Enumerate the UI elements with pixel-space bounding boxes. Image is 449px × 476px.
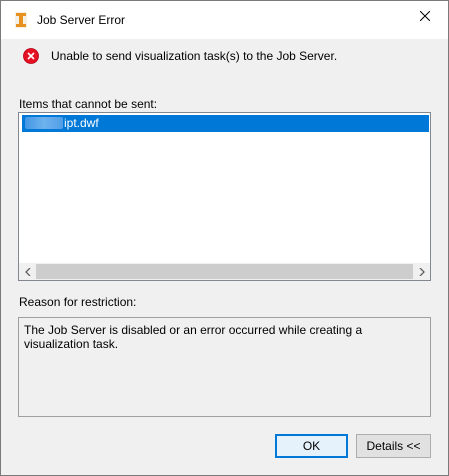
scroll-left-button[interactable] [19, 263, 36, 280]
scroll-right-button[interactable] [413, 263, 430, 280]
list-item[interactable]: ipt.dwf [22, 115, 429, 132]
error-message: Unable to send visualization task(s) to … [51, 49, 338, 63]
reason-text: The Job Server is disabled or an error o… [24, 323, 363, 351]
details-button[interactable]: Details << [356, 434, 431, 458]
items-label: Items that cannot be sent: [19, 97, 158, 111]
window-title: Job Server Error [37, 13, 126, 27]
error-icon [23, 48, 39, 64]
horizontal-scrollbar[interactable] [19, 263, 430, 280]
close-icon [419, 10, 431, 24]
title-bar[interactable]: Job Server Error [1, 1, 448, 39]
redacted-filename-prefix [25, 117, 63, 129]
reason-textbox[interactable]: The Job Server is disabled or an error o… [18, 317, 431, 417]
list-item-name: ipt.dwf [64, 116, 99, 130]
scroll-thumb[interactable] [36, 264, 413, 279]
ok-button[interactable]: OK [275, 434, 348, 458]
items-listbox[interactable]: ipt.dwf [18, 112, 431, 281]
close-button[interactable] [402, 1, 448, 33]
job-server-error-dialog: Job Server Error Unable to send visualiz… [0, 0, 449, 476]
inventor-app-icon [15, 12, 27, 28]
chevron-right-icon [419, 265, 425, 279]
chevron-left-icon [24, 265, 31, 279]
reason-label: Reason for restriction: [19, 295, 137, 309]
